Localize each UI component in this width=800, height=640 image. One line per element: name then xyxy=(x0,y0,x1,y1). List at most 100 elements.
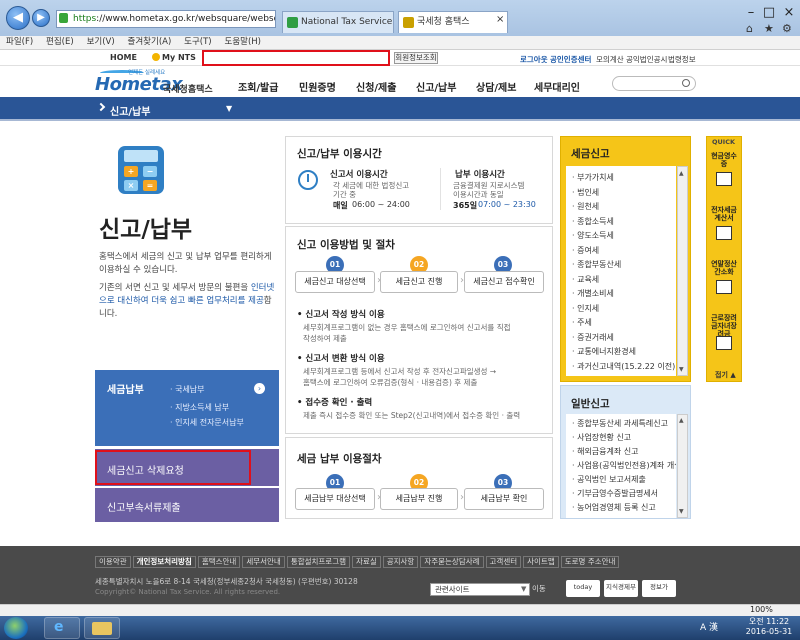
tab-hometax[interactable]: 국세청 홈택스 xyxy=(398,11,508,33)
filing-list-item[interactable]: · 법인세 xyxy=(572,187,599,198)
mynts-link[interactable]: My NTS xyxy=(162,53,196,62)
law-info-link[interactable]: 법령정보 xyxy=(668,54,696,65)
zoom-level[interactable]: 100% xyxy=(750,605,773,614)
scroll-down-icon[interactable]: ▼ xyxy=(679,508,684,515)
chevron-right-icon[interactable]: › xyxy=(254,383,265,394)
quick-fold-button[interactable]: 접기 ▲ xyxy=(715,370,736,380)
footer-link[interactable]: 사이트맵 xyxy=(523,556,559,568)
footer-link[interactable]: 세무서안내 xyxy=(242,556,285,568)
cert-center-link[interactable]: 공인인증센터 xyxy=(550,54,591,65)
receipt-icon[interactable] xyxy=(716,172,732,186)
footer-link[interactable]: 도로명 주소안내 xyxy=(560,556,620,568)
start-button[interactable] xyxy=(4,617,28,639)
scroll-up-icon[interactable]: ▲ xyxy=(679,417,684,424)
favorites-icon[interactable]: ★ xyxy=(764,22,774,35)
attached-docs-label[interactable]: 신고부속서류제출 xyxy=(107,499,181,514)
section-title[interactable]: 신고/납부 xyxy=(110,103,150,118)
filing-list-item[interactable]: · 양도소득세 xyxy=(572,230,614,241)
invoice-icon[interactable] xyxy=(716,226,732,240)
menu-tools[interactable]: 도구(T) xyxy=(184,36,211,49)
forward-button[interactable]: ▶ xyxy=(32,9,50,27)
quick-incentive[interactable]: 근로장려금자녀장려금 xyxy=(708,314,740,338)
filing-list-item[interactable]: · 주세 xyxy=(572,317,592,328)
nav-consult[interactable]: 상담/제보 xyxy=(476,79,516,94)
general-list-item[interactable]: · 해외금융계좌 신고 xyxy=(572,446,676,457)
footer-link[interactable]: 자료실 xyxy=(352,556,381,568)
back-button[interactable]: ◀ xyxy=(6,6,30,30)
footer-link[interactable]: 개인정보처리방침 xyxy=(132,556,196,568)
clock[interactable]: 오전 11:22 2016-05-31 xyxy=(744,617,794,637)
footer-link[interactable]: 홈택스안내 xyxy=(197,556,241,568)
chevron-down-icon[interactable]: ▼ xyxy=(521,585,526,593)
step-select-filing[interactable]: 세금신고 대상선택 xyxy=(295,271,375,293)
nav-application[interactable]: 신청/제출 xyxy=(356,79,396,94)
general-list-item[interactable]: · 공익법인 보고서제출 xyxy=(572,474,676,485)
mock-calc-link[interactable]: 모의계산 xyxy=(596,54,624,65)
go-button[interactable]: 이동 xyxy=(532,583,546,594)
calendar-icon[interactable] xyxy=(716,280,732,294)
nav-certificate[interactable]: 민원증명 xyxy=(299,79,336,94)
step-confirm-filing[interactable]: 세금신고 접수확인 xyxy=(464,271,544,293)
menu-file[interactable]: 파일(F) xyxy=(6,36,33,49)
filing-list-item[interactable]: · 과거신고내역(15.2.22 이전) xyxy=(572,361,675,372)
quick-year-end[interactable]: 연말정산간소화 xyxy=(708,260,740,276)
quick-e-invoice[interactable]: 전자세금계산서 xyxy=(708,206,740,222)
scrollbar[interactable] xyxy=(677,414,688,518)
filing-list-item[interactable]: · 원천세 xyxy=(572,201,599,212)
general-list-item[interactable]: · 사업용(공익법인전용)계좌 개설 xyxy=(572,460,676,471)
filing-list-item[interactable]: · 증권거래세 xyxy=(572,332,614,343)
minimize-button[interactable]: – xyxy=(742,4,760,22)
family-icon[interactable] xyxy=(716,336,732,350)
menu-local-income-tax[interactable]: · 지방소득세 납부 xyxy=(170,402,229,413)
menu-favorites[interactable]: 즐겨찾기(A) xyxy=(128,36,172,49)
quick-cash-receipt[interactable]: 현금영수증 xyxy=(708,152,740,168)
general-list-item[interactable]: · 사업장현황 신고 xyxy=(572,432,676,443)
nav-agent[interactable]: 세무대리인 xyxy=(534,79,580,94)
nav-inquiry[interactable]: 조회/발급 xyxy=(238,79,278,94)
chevron-down-icon[interactable]: ▼ xyxy=(226,104,232,113)
footer-link[interactable]: 통합설치프로그램 xyxy=(286,556,351,568)
scrollbar[interactable] xyxy=(677,166,688,376)
footer-link[interactable]: 이용약관 xyxy=(95,556,131,568)
filing-list-item[interactable]: · 인지세 xyxy=(572,303,599,314)
maximize-button[interactable]: □ xyxy=(760,4,778,22)
footer-link[interactable]: 공지사항 xyxy=(382,556,419,568)
filing-list-item[interactable]: · 부가가치세 xyxy=(572,172,614,183)
menu-help[interactable]: 도움말(H) xyxy=(225,36,261,49)
public-corp-link[interactable]: 공익법인공시 xyxy=(626,54,667,65)
nav-filing[interactable]: 신고/납부 xyxy=(416,79,456,94)
filing-list-item[interactable]: · 증여세 xyxy=(572,245,599,256)
logout-link[interactable]: 로그아웃 xyxy=(520,54,548,65)
footer-link[interactable]: 고객센터 xyxy=(485,556,522,568)
address-bar[interactable]: https://www.hometax.go.kr/websquare/webs… xyxy=(56,10,276,28)
scroll-down-icon[interactable]: ▼ xyxy=(679,366,684,373)
member-info-button[interactable]: 회원정보조회 xyxy=(394,52,438,64)
menu-view[interactable]: 보기(V) xyxy=(87,36,115,49)
tax-payment-title[interactable]: 세금납부 xyxy=(107,381,144,396)
menu-stamp-tax[interactable]: · 인지세 전자문서납부 xyxy=(170,417,244,428)
tab-national-tax-service[interactable]: National Tax Service [KR] xyxy=(282,11,394,33)
step-select-payment[interactable]: 세금납부 대상선택 xyxy=(295,488,375,510)
general-list-item[interactable]: · 기부금영수증발급명세서 xyxy=(572,488,676,499)
step-proceed-filing[interactable]: 세금신고 진행 xyxy=(380,271,458,293)
step-confirm-payment[interactable]: 세금납부 확인 xyxy=(464,488,544,510)
related-sites-select[interactable]: 관련사이트 xyxy=(430,583,530,596)
gear-icon[interactable]: ⚙ xyxy=(782,22,792,35)
step-proceed-payment[interactable]: 세금납부 진행 xyxy=(380,488,458,510)
search-icon[interactable] xyxy=(682,79,690,87)
general-list-item[interactable]: · 농어업경영체 등록 신고 xyxy=(572,502,676,513)
general-list-item[interactable]: · 종합부동산세 과세특례신고 xyxy=(572,418,676,429)
filing-list-item[interactable]: · 종합소득세 xyxy=(572,216,614,227)
close-tab-icon[interactable]: × xyxy=(496,14,504,25)
filing-list-item[interactable]: · 개별소비세 xyxy=(572,288,614,299)
delete-request-label[interactable]: 세금신고 삭제요청 xyxy=(107,462,184,477)
filing-list-item[interactable]: · 교통에너지환경세 xyxy=(572,346,636,357)
menu-national-tax-pay[interactable]: · 국세납부 xyxy=(170,384,205,395)
close-window-button[interactable]: × xyxy=(780,4,798,22)
ime-indicator[interactable]: A 漢 xyxy=(700,620,718,633)
footer-link[interactable]: 자주묻는상담사례 xyxy=(420,556,484,568)
scroll-up-icon[interactable]: ▲ xyxy=(679,170,684,177)
home-icon[interactable]: ⌂ xyxy=(746,22,753,35)
filing-list-item[interactable]: · 교육세 xyxy=(572,274,599,285)
home-link[interactable]: HOME xyxy=(110,53,137,62)
